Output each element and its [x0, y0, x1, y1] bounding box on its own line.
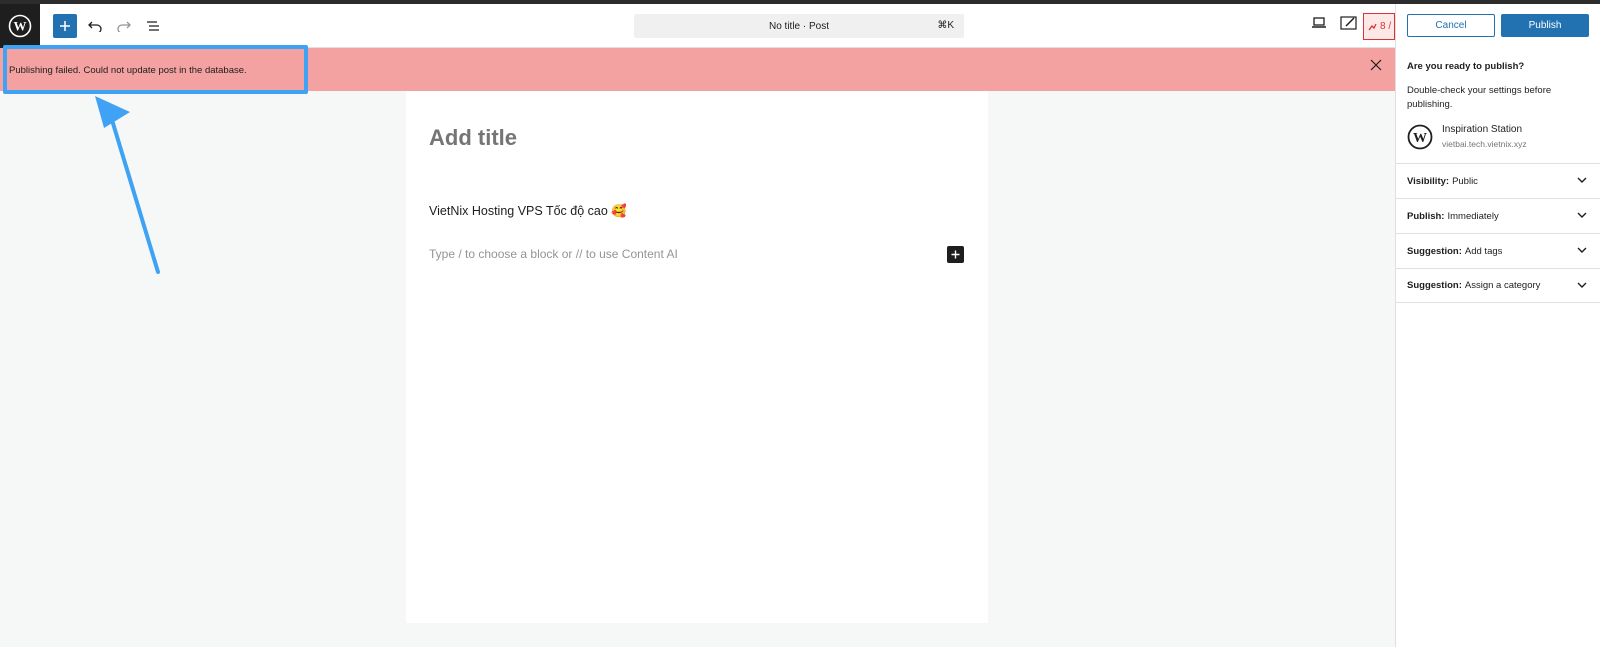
svg-text:W: W: [14, 19, 27, 34]
annotation-highlight-box: [3, 45, 308, 94]
row-label: Suggestion:: [1407, 245, 1462, 257]
list-view-icon: [147, 21, 159, 31]
cancel-button[interactable]: Cancel: [1407, 14, 1495, 37]
site-name: Inspiration Station: [1442, 124, 1523, 135]
plus-icon: [951, 250, 960, 259]
edit-icon: [1340, 16, 1357, 30]
seo-score-badge[interactable]: 8 /: [1363, 13, 1395, 40]
block-placeholder[interactable]: Type / to choose a block or // to use Co…: [429, 247, 678, 261]
publish-heading: Are you ready to publish?: [1407, 61, 1525, 72]
publish-description: Double-check your settings before publis…: [1407, 85, 1552, 110]
chevron-down-icon: [1577, 212, 1587, 218]
inline-inserter-button[interactable]: [947, 246, 964, 263]
plus-icon: [60, 21, 70, 31]
close-icon: [1370, 59, 1382, 71]
publish-button[interactable]: Publish: [1501, 14, 1589, 37]
tags-suggestion-panel[interactable]: Suggestion: Add tags: [1396, 233, 1600, 268]
redo-button[interactable]: [112, 14, 136, 38]
site-logo-icon: W: [1407, 124, 1433, 155]
post-title-field[interactable]: Add title: [429, 125, 517, 151]
editor-canvas: [406, 91, 988, 623]
paragraph-block[interactable]: VietNix Hosting VPS Tốc độ cao 🥰: [429, 204, 627, 219]
chevron-down-icon: [1577, 177, 1587, 183]
block-inserter-button[interactable]: [53, 14, 77, 38]
undo-button[interactable]: [83, 14, 107, 38]
row-label: Publish:: [1407, 210, 1445, 222]
category-suggestion-panel[interactable]: Suggestion: Assign a category: [1396, 268, 1600, 303]
visibility-panel[interactable]: Visibility: Public: [1396, 163, 1600, 198]
row-value: Immediately: [1447, 210, 1499, 222]
publish-date-panel[interactable]: Publish: Immediately: [1396, 198, 1600, 233]
desktop-preview-icon: [1312, 17, 1326, 28]
svg-text:W: W: [1413, 131, 1427, 146]
row-value: Assign a category: [1464, 280, 1541, 291]
trend-icon: [1368, 23, 1377, 31]
edit-button[interactable]: [1340, 15, 1358, 36]
row-value: Add tags: [1464, 245, 1503, 257]
document-title: No title · Post: [768, 20, 830, 32]
command-shortcut: ⌘K: [937, 20, 954, 31]
arrow-annotation-icon: [95, 96, 160, 274]
row-label: Visibility:: [1407, 175, 1450, 187]
row-value: Public: [1452, 175, 1478, 187]
list-view-button[interactable]: [141, 14, 165, 38]
chevron-down-icon: [1577, 282, 1587, 288]
wordpress-logo-icon[interactable]: W: [0, 4, 40, 48]
document-title-bar[interactable]: No title · Post ⌘K: [634, 14, 964, 38]
chevron-down-icon: [1577, 247, 1587, 253]
row-label: Suggestion:: [1407, 280, 1462, 291]
dismiss-notice-button[interactable]: [1370, 58, 1382, 76]
seo-score-text: 8 /: [1380, 21, 1392, 32]
undo-icon: [88, 21, 102, 32]
site-url: vietbai.tech.vietnix.xyz: [1442, 139, 1527, 149]
preview-button[interactable]: [1311, 16, 1327, 35]
redo-icon: [117, 21, 131, 32]
editor-toolbar: W No title · Post ⌘K 8 /: [0, 4, 1395, 48]
